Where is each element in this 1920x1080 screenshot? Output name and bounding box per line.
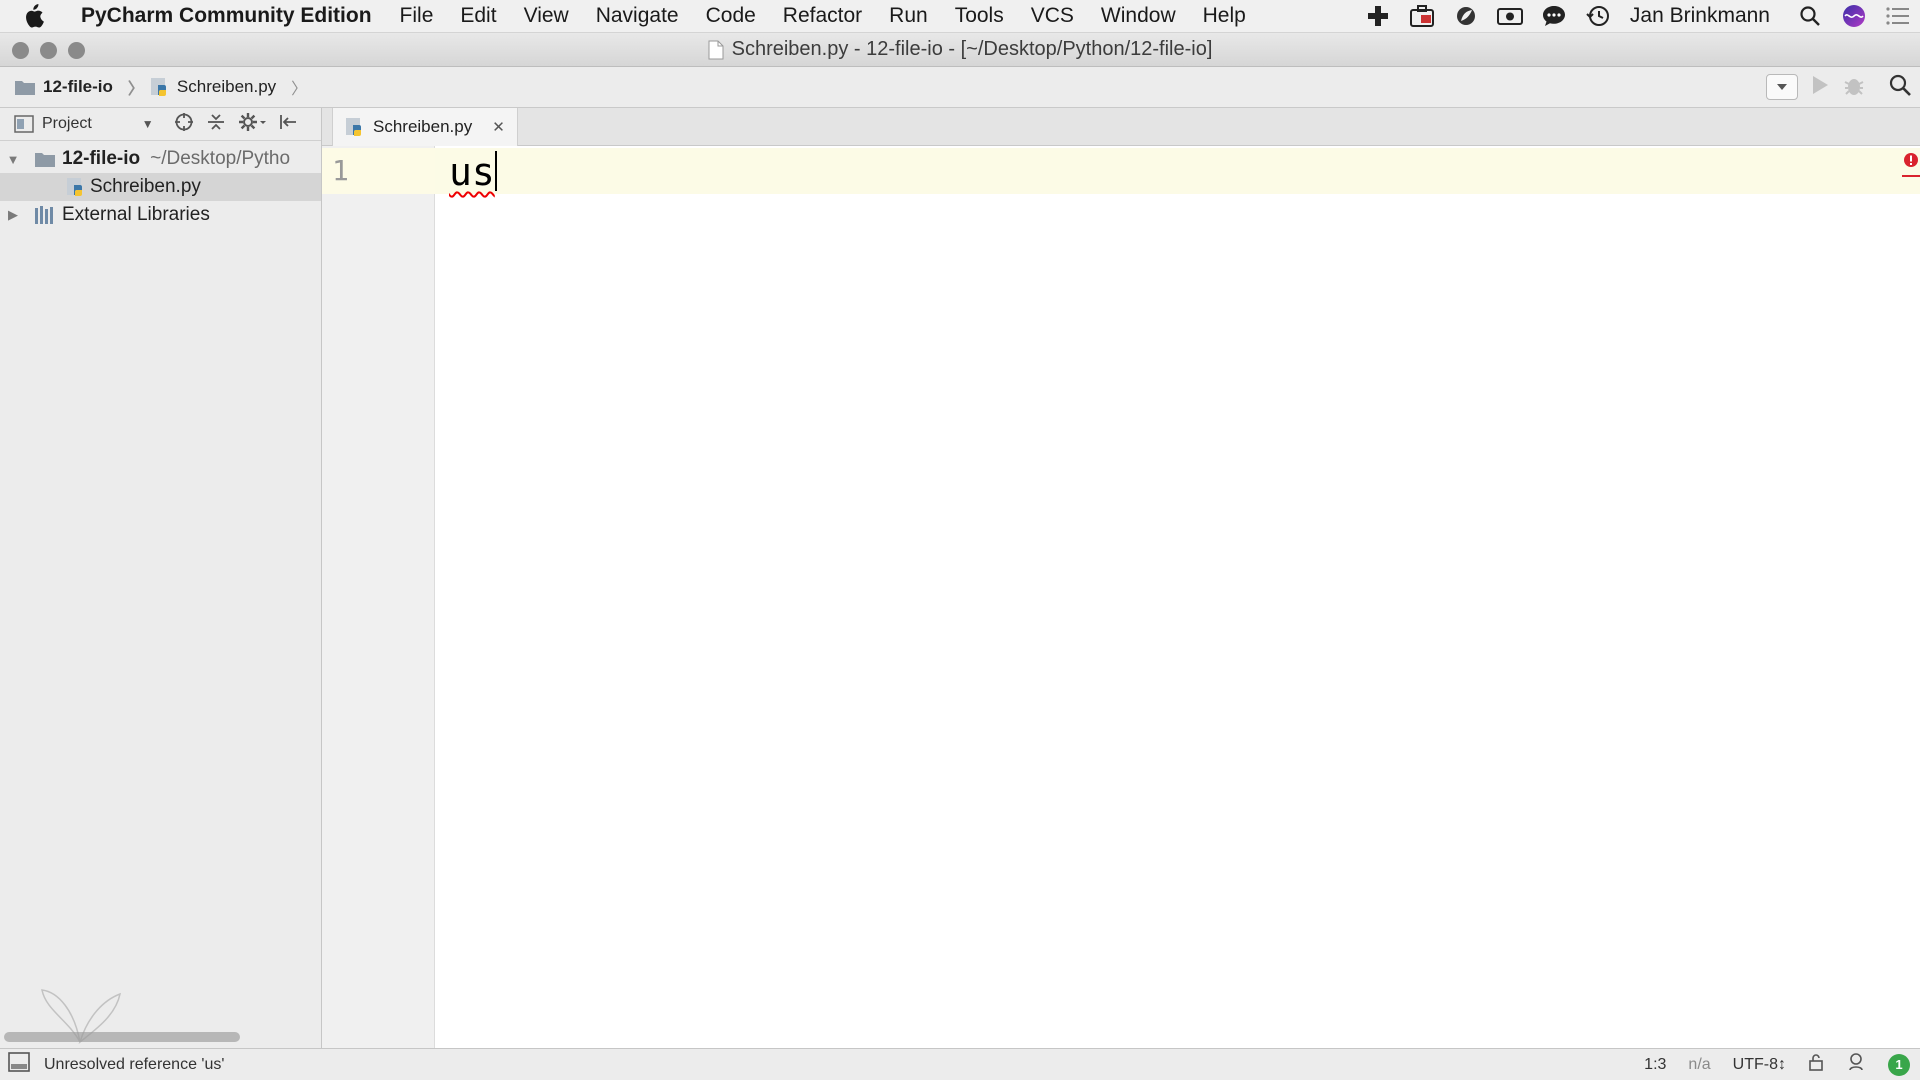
window-title-text: Schreiben.py - 12-file-io - [~/Desktop/P… [731, 38, 1213, 60]
file-icon [708, 40, 724, 59]
breadcrumb-file[interactable]: Schreiben.py 〉 [150, 75, 307, 99]
project-root-path: ~/Desktop/Pytho [150, 148, 291, 169]
spotlight-icon[interactable] [1795, 3, 1825, 29]
time-machine-icon[interactable] [1583, 3, 1613, 29]
library-icon [35, 206, 53, 224]
run-icon[interactable] [1810, 74, 1830, 101]
search-everywhere-icon[interactable] [1888, 73, 1912, 102]
line-number: 1 [332, 154, 349, 187]
event-log-badge[interactable]: 1 [1888, 1053, 1910, 1076]
debug-icon[interactable] [1842, 73, 1866, 102]
menu-vcs[interactable]: VCS [1031, 4, 1074, 28]
collapse-all-icon[interactable] [206, 112, 226, 137]
window-title-bar: Schreiben.py - 12-file-io - [~/Desktop/P… [0, 33, 1920, 67]
hide-pane-icon[interactable] [278, 112, 298, 137]
folder-icon [15, 81, 35, 95]
siri-icon[interactable] [1839, 3, 1869, 29]
leaf-icon[interactable] [1451, 3, 1481, 29]
chat-icon[interactable] [1539, 3, 1569, 29]
scroll-from-source-icon[interactable] [174, 112, 194, 137]
apple-icon[interactable] [22, 4, 62, 28]
tab-schreiben-py[interactable]: Schreiben.py ✕ [332, 108, 518, 146]
user-name[interactable]: Jan Brinkmann [1630, 4, 1770, 28]
external-libraries-label: External Libraries [62, 204, 210, 225]
project-view-title[interactable]: Project [42, 115, 92, 133]
breadcrumb-project[interactable]: 12-file-io 〉 [14, 75, 144, 99]
notification-list-icon[interactable] [1883, 3, 1913, 29]
error-stripe[interactable] [1902, 152, 1920, 178]
zoom-window-button[interactable] [68, 42, 85, 59]
menu-run[interactable]: Run [889, 4, 928, 28]
briefcase-icon[interactable] [1407, 3, 1437, 29]
inspector-icon[interactable] [1846, 1052, 1866, 1077]
app-name-menu[interactable]: PyCharm Community Edition [81, 4, 372, 28]
read-only-lock-icon[interactable] [1808, 1053, 1824, 1076]
camera-icon[interactable] [1495, 3, 1525, 29]
close-window-button[interactable] [12, 42, 29, 59]
error-indicator-icon[interactable] [1902, 152, 1920, 178]
code-editor[interactable]: us [435, 146, 1920, 1048]
gear-icon[interactable] [238, 112, 266, 137]
menu-edit[interactable]: Edit [460, 4, 496, 28]
project-tool-window: Project ▼ ▼ 12-file-io ~/Desktop/Pytho S… [0, 108, 322, 1048]
tree-item-external-libraries[interactable]: ▶ External Libraries [0, 201, 321, 229]
butterfly-watermark-icon [41, 989, 122, 1045]
menu-window[interactable]: Window [1101, 4, 1176, 28]
menu-help[interactable]: Help [1203, 4, 1246, 28]
breadcrumb-separator-icon: 〉 [127, 81, 144, 98]
status-bar: Unresolved reference 'us' 1:3 n/a UTF-8↕… [0, 1048, 1920, 1080]
menu-code[interactable]: Code [706, 4, 756, 28]
project-tree: ▼ 12-file-io ~/Desktop/Pytho Schreiben.p… [0, 145, 321, 229]
project-view-icon [14, 115, 34, 133]
plus-icon[interactable] [1363, 3, 1393, 29]
file-encoding[interactable]: UTF-8↕ [1733, 1056, 1786, 1074]
breadcrumb-project-label: 12-file-io [43, 77, 113, 96]
editor-gutter: 1 [322, 146, 435, 1048]
window-controls [12, 42, 85, 59]
chevron-down-icon [1777, 84, 1787, 90]
project-pane-header: Project ▼ [0, 108, 321, 141]
close-tab-icon[interactable]: ✕ [492, 118, 505, 136]
caret-position[interactable]: 1:3 [1644, 1056, 1666, 1074]
editor-tab-bar: Schreiben.py ✕ [322, 108, 1920, 146]
python-file-icon [150, 78, 166, 96]
minimize-window-button[interactable] [40, 42, 57, 59]
expanded-arrow-icon[interactable]: ▼ [2, 152, 24, 167]
toggle-tool-windows-icon[interactable] [8, 1052, 30, 1077]
collapsed-arrow-icon[interactable]: ▶ [2, 207, 24, 223]
file-name: Schreiben.py [90, 176, 201, 197]
chevron-down-icon[interactable]: ▼ [142, 117, 154, 131]
breadcrumb-file-label: Schreiben.py [176, 77, 277, 96]
status-message: Unresolved reference 'us' [44, 1055, 225, 1073]
python-file-icon [67, 178, 82, 196]
folder-icon [35, 153, 55, 167]
menu-navigate[interactable]: Navigate [596, 4, 679, 28]
text-caret [494, 151, 497, 191]
tree-item-project-root[interactable]: ▼ 12-file-io ~/Desktop/Pytho [0, 145, 321, 173]
tree-item-file[interactable]: Schreiben.py [0, 173, 321, 201]
line-separator[interactable]: n/a [1688, 1056, 1710, 1074]
python-file-icon [346, 118, 361, 136]
navigation-bar: 12-file-io 〉 Schreiben.py 〉 [0, 67, 1920, 108]
unresolved-reference[interactable]: us [449, 150, 495, 194]
current-line-highlight [435, 148, 1920, 194]
mac-menu-bar: PyCharm Community Edition File Edit View… [0, 0, 1920, 33]
breadcrumb-separator-icon: 〉 [291, 81, 308, 98]
run-configuration-dropdown[interactable] [1766, 74, 1798, 100]
project-root-name: 12-file-io [62, 148, 141, 169]
menu-refactor[interactable]: Refactor [783, 4, 862, 28]
menu-view[interactable]: View [524, 4, 569, 28]
window-title: Schreiben.py - 12-file-io - [~/Desktop/P… [708, 38, 1213, 61]
menu-tools[interactable]: Tools [955, 4, 1004, 28]
tab-label: Schreiben.py [373, 117, 473, 136]
code-line[interactable]: us [449, 150, 497, 194]
menu-file[interactable]: File [400, 4, 434, 28]
